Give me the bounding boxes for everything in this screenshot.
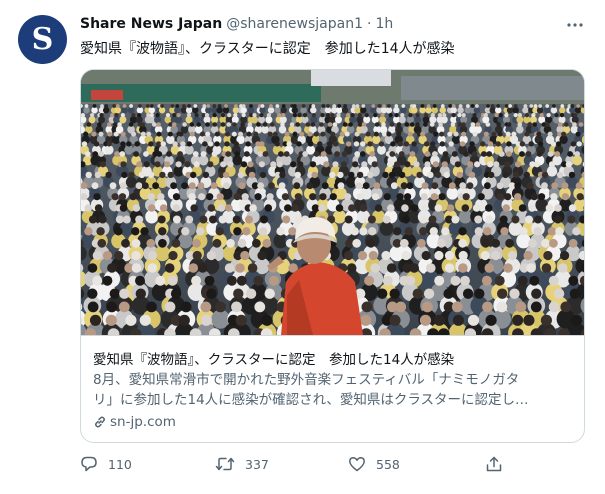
- card-domain-text: sn-jp.com: [110, 414, 176, 430]
- like-count: 558: [376, 456, 400, 472]
- share-button[interactable]: [485, 455, 503, 473]
- reply-count: 110: [108, 456, 132, 472]
- card-description-line: 8月、愛知県常滑市で開かれた野外音楽フェスティバル「ナミモノガタ: [93, 372, 520, 388]
- retweet-count: 337: [245, 456, 269, 472]
- card-image[interactable]: [81, 70, 584, 335]
- more-options-button[interactable]: [562, 12, 588, 38]
- retweet-button[interactable]: 337: [215, 455, 269, 473]
- avatar[interactable]: S: [18, 15, 67, 64]
- card-description: 8月、愛知県常滑市で開かれた野外音楽フェスティバル「ナミモノガタ リ」に参加した…: [93, 370, 563, 410]
- more-horizontal-icon: [567, 23, 583, 27]
- like-button[interactable]: 558: [348, 455, 400, 473]
- reply-icon: [81, 456, 97, 472]
- card-body[interactable]: 愛知県『波物語』、クラスターに認定 参加した14人が感染 8月、愛知県常滑市で開…: [81, 335, 584, 442]
- card-domain: sn-jp.com: [93, 414, 176, 430]
- retweet-icon: [215, 457, 235, 471]
- tweet-text: 愛知県『波物語』、クラスターに認定 参加した14人が感染: [80, 41, 455, 57]
- share-icon: [486, 456, 502, 472]
- display-name[interactable]: Share News Japan: [80, 16, 222, 32]
- card-title: 愛知県『波物語』、クラスターに認定 参加した14人が感染: [93, 352, 455, 368]
- separator-dot: ·: [366, 16, 372, 32]
- heart-icon: [349, 457, 365, 472]
- tweet-header: Share News Japan @sharenewsjapan1 · 1h: [80, 16, 393, 32]
- user-handle[interactable]: @sharenewsjapan1: [226, 16, 363, 32]
- card-description-line: リ」に参加した14人に感染が確認され、愛知県はクラスターに認定し…: [93, 392, 529, 408]
- link-card[interactable]: 愛知県『波物語』、クラスターに認定 参加した14人が感染 8月、愛知県常滑市で開…: [80, 69, 585, 443]
- link-icon: [95, 416, 105, 428]
- tweet[interactable]: S Share News Japan @sharenewsjapan1 · 1h…: [0, 0, 605, 494]
- timestamp[interactable]: 1h: [375, 16, 393, 32]
- crowd-photo: [81, 70, 584, 335]
- tweet-actions: 110 337 558: [80, 455, 510, 479]
- avatar-letter: S: [31, 22, 54, 57]
- reply-button[interactable]: 110: [80, 455, 132, 473]
